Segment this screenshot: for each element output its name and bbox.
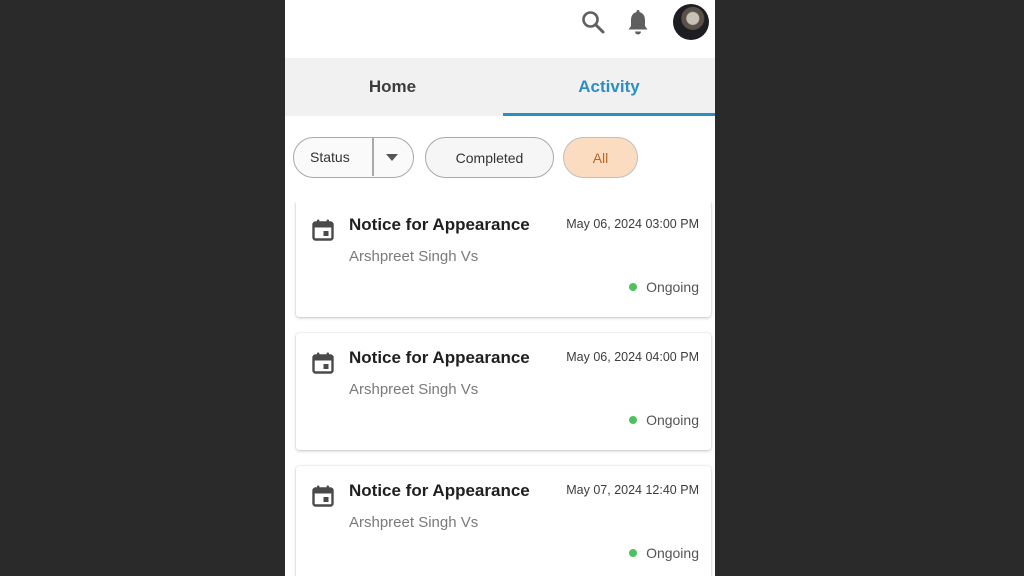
activity-card[interactable]: Notice for Appearance May 07, 2024 12:40…	[296, 466, 711, 576]
tab-activity[interactable]: Activity	[503, 58, 715, 116]
status-badge: Ongoing	[629, 545, 699, 561]
tab-home[interactable]: Home	[285, 58, 500, 116]
activity-title: Notice for Appearance	[349, 481, 530, 500]
activity-card[interactable]: Notice for Appearance May 06, 2024 03:00…	[296, 202, 711, 317]
status-label: Ongoing	[646, 545, 699, 561]
top-app-bar	[285, 0, 715, 58]
status-badge: Ongoing	[629, 412, 699, 428]
calendar-icon	[312, 219, 334, 241]
filter-chip-all[interactable]: All	[563, 137, 638, 178]
status-dot	[629, 416, 638, 424]
status-dropdown-label: Status	[310, 149, 350, 165]
filter-chip-completed[interactable]: Completed	[425, 137, 554, 178]
dropdown-divider	[372, 138, 374, 176]
calendar-icon	[312, 352, 334, 374]
status-dot	[629, 283, 638, 291]
chevron-down-icon[interactable]	[384, 152, 400, 162]
status-badge: Ongoing	[629, 279, 699, 295]
activity-title: Notice for Appearance	[349, 215, 530, 234]
bell-icon[interactable]	[625, 9, 651, 37]
calendar-icon	[312, 485, 334, 507]
activity-card[interactable]: Notice for Appearance May 06, 2024 04:00…	[296, 333, 711, 450]
status-dot	[629, 549, 638, 557]
app-screen: Home Activity Status Completed All Notic…	[285, 0, 715, 576]
filter-bar: Status Completed All	[285, 116, 715, 202]
activity-title: Notice for Appearance	[349, 348, 530, 367]
status-dropdown[interactable]: Status	[293, 137, 414, 178]
activity-subtitle: Arshpreet Singh Vs	[349, 381, 479, 398]
tab-bar: Home Activity	[285, 58, 715, 116]
status-label: Ongoing	[646, 412, 699, 428]
search-icon[interactable]	[580, 9, 606, 35]
status-label: Ongoing	[646, 279, 699, 295]
activity-subtitle: Arshpreet Singh Vs	[349, 248, 479, 265]
activity-datetime: May 07, 2024 12:40 PM	[566, 483, 699, 497]
avatar[interactable]	[673, 4, 709, 40]
activity-datetime: May 06, 2024 03:00 PM	[566, 217, 699, 231]
activity-subtitle: Arshpreet Singh Vs	[349, 514, 479, 531]
activity-datetime: May 06, 2024 04:00 PM	[566, 350, 699, 364]
activity-list: Notice for Appearance May 06, 2024 03:00…	[285, 202, 715, 576]
